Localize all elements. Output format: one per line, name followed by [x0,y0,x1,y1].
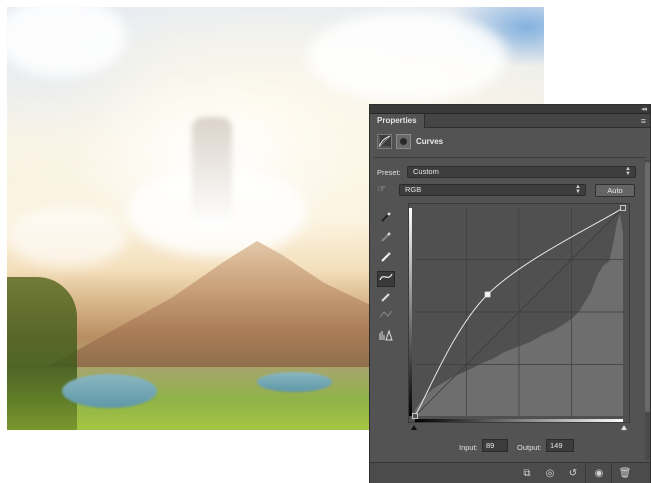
preset-select[interactable]: Custom ▲ ▼ [407,166,636,178]
curve-point[interactable] [412,413,418,419]
layer-mask-icon[interactable] [396,134,411,149]
input-field[interactable]: 89 [482,439,508,452]
divider [585,463,586,483]
draw-curve-pencil-icon[interactable] [377,291,395,307]
collapse-panel-icon[interactable]: ◂◂ [641,105,647,113]
curves-graph[interactable] [408,203,630,423]
cloud [7,7,127,77]
cloud [7,207,127,267]
divider [374,157,646,158]
lake [257,372,332,392]
cloud [307,12,507,102]
panel-scrollbar[interactable] [645,160,650,460]
toggle-visibility-icon[interactable]: ◉ [592,468,606,480]
input-sliders [411,424,628,431]
sample-black-point-icon[interactable] [377,211,395,227]
output-field[interactable]: 149 [546,439,574,452]
output-label: Output: [517,443,542,452]
curve-point-active[interactable] [484,291,491,298]
select-arrows-icon: ▲ ▼ [575,184,581,195]
lake [62,374,157,408]
grass [7,277,77,430]
clip-to-layer-icon[interactable]: ⧉ [520,468,534,480]
tab-properties[interactable]: Properties [370,114,425,128]
view-previous-state-icon[interactable]: ◎ [543,468,557,480]
white-point-slider[interactable] [620,424,628,431]
panel-bottom-toolbar: ⧉ ◎ ↺ ◉ 🗑 [370,462,650,483]
delete-icon[interactable]: 🗑 [618,468,632,480]
black-point-slider[interactable] [411,425,417,430]
output-gradient-bar [409,207,412,417]
channel-select[interactable]: RGB ▲ ▼ [399,184,586,196]
select-arrows-icon: ▲ ▼ [625,166,631,177]
smoke-pillar [192,117,232,227]
smooth-curve-icon[interactable] [377,309,395,325]
curves-adjustment-icon[interactable] [377,134,392,149]
edit-points-curve-icon[interactable] [377,271,395,287]
input-label: Input: [459,443,478,452]
panel-menu-icon[interactable]: ≡ [641,116,646,126]
preset-value: Custom [413,167,439,176]
adjustment-header: Curves [370,130,650,154]
clipping-warning-icon[interactable] [377,329,395,345]
divider [611,463,612,483]
scrollbar-thumb[interactable] [645,162,650,412]
channel-value: RGB [405,185,422,194]
input-gradient-bar [414,419,624,422]
curve-point[interactable] [620,205,626,211]
sample-white-point-icon[interactable] [377,251,395,267]
sample-gray-point-icon[interactable] [377,231,395,247]
panel-tabbar: Properties ≡ [370,114,650,128]
preset-label: Preset: [377,168,401,177]
on-image-adjustment-icon[interactable]: ☞ [377,183,393,197]
curves-graph-canvas[interactable] [408,203,630,423]
reset-icon[interactable]: ↺ [566,468,580,480]
properties-panel: ◂◂ Properties ≡ Curves Preset: Custom ▲ ▼… [369,104,651,483]
adjustment-title: Curves [416,137,444,146]
panel-titlebar[interactable]: ◂◂ [370,105,650,114]
auto-button[interactable]: Auto [595,184,635,197]
